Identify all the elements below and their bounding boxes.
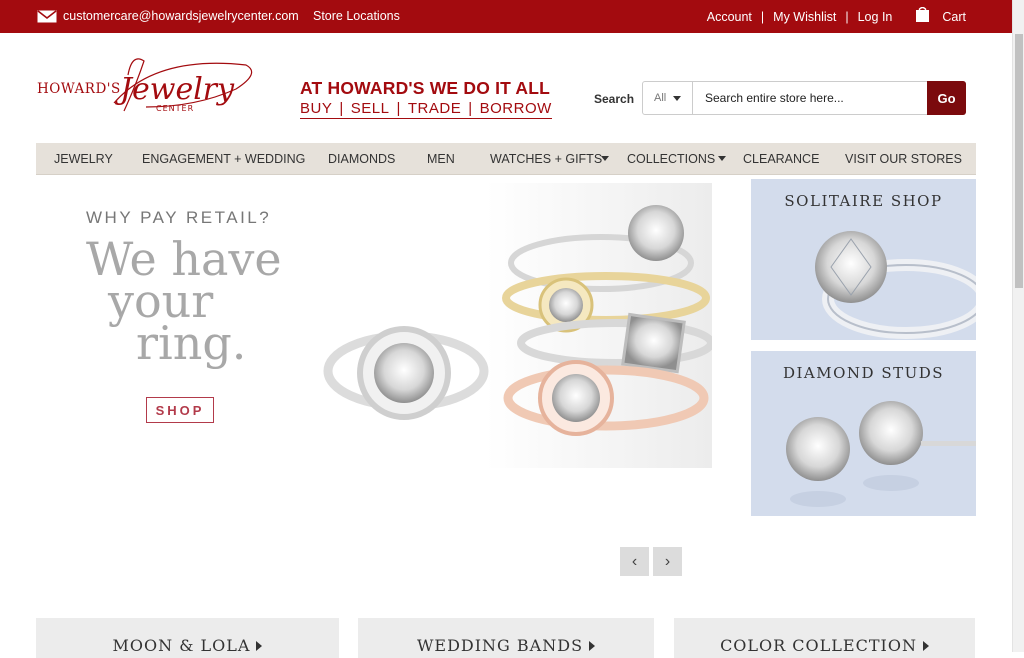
search-scope-select[interactable]: All — [643, 82, 693, 114]
card-title: WEDDING BANDS — [416, 636, 584, 655]
main-nav: JEWELRY ENGAGEMENT + WEDDING DIAMONDS ME… — [36, 143, 976, 175]
search-label: Search — [594, 92, 635, 106]
diamond-studs-promo[interactable]: DIAMOND STUDS — [751, 351, 976, 516]
promo-title: DIAMOND STUDS — [782, 364, 945, 382]
scrollbar-thumb[interactable] — [1015, 34, 1023, 288]
card-color-collection[interactable]: COLOR COLLECTION — [674, 618, 975, 658]
search-input[interactable] — [693, 82, 927, 114]
tagline-services: BUY | SELL | TRADE | BORROW — [300, 100, 552, 119]
hero-banner[interactable]: WHY PAY RETAIL? We have your ring. SHOP — [36, 178, 712, 470]
chevron-down-icon[interactable] — [718, 156, 726, 161]
nav-jewelry[interactable]: JEWELRY — [54, 152, 113, 166]
search-go-button[interactable]: Go — [927, 81, 966, 115]
email-link[interactable]: customercare@howardsjewelrycenter.com — [63, 9, 299, 23]
wishlist-link[interactable]: My Wishlist — [773, 10, 836, 24]
search-form: All Go — [642, 81, 966, 115]
caret-right-icon — [589, 641, 596, 651]
chevron-down-icon[interactable] — [601, 156, 609, 161]
separator: | — [760, 9, 765, 24]
store-locations-link[interactable]: Store Locations — [313, 9, 400, 23]
buy-link[interactable]: BUY — [300, 100, 332, 117]
hero-headline: We have your ring. — [86, 236, 282, 370]
caret-right-icon — [256, 641, 263, 651]
hero-line: ring. — [136, 316, 247, 370]
trade-link[interactable]: TRADE — [408, 100, 461, 117]
nav-collections[interactable]: COLLECTIONS — [627, 152, 715, 166]
hero-kicker: WHY PAY RETAIL? — [86, 208, 272, 227]
tagline: AT HOWARD'S WE DO IT ALL BUY | SELL | TR… — [300, 78, 552, 119]
top-bar: customercare@howardsjewelrycenter.com St… — [0, 0, 1012, 33]
separator: | — [845, 9, 849, 24]
nav-clearance[interactable]: CLEARANCE — [743, 152, 819, 166]
caret-right-icon — [922, 641, 929, 651]
nav-men[interactable]: MEN — [427, 152, 455, 166]
card-title: MOON & LOLA — [112, 636, 251, 655]
slider-prev-button[interactable]: ‹ — [620, 547, 649, 576]
search-scope-value: All — [654, 92, 667, 104]
borrow-link[interactable]: BORROW — [480, 100, 552, 117]
sell-link[interactable]: SELL — [351, 100, 390, 117]
mail-icon — [37, 10, 57, 23]
svg-text:HOWARD'S: HOWARD'S — [37, 81, 121, 97]
card-moon-lola[interactable]: MOON & LOLA — [36, 618, 339, 658]
nav-diamonds[interactable]: DIAMONDS — [328, 152, 395, 166]
nav-watches-gifts[interactable]: WATCHES + GIFTS — [490, 152, 602, 166]
nav-visit-our-stores[interactable]: VISIT OUR STORES — [845, 152, 962, 166]
solitaire-shop-promo[interactable]: SOLITAIRE SHOP — [751, 179, 976, 340]
card-wedding-bands[interactable]: WEDDING BANDS — [358, 618, 654, 658]
svg-text:Jewelry: Jewelry — [114, 72, 235, 107]
card-title: COLOR COLLECTION — [720, 636, 917, 655]
slider-controls: ‹ › — [620, 547, 682, 576]
howards-jewelry-logo[interactable]: HOWARD'S Jewelry CENTER — [36, 55, 256, 117]
promo-title: SOLITAIRE SHOP — [784, 192, 943, 210]
page-scrollbar[interactable] — [1012, 0, 1024, 652]
account-links: Account | My Wishlist | Log In Cart — [707, 7, 966, 24]
cart-link[interactable]: Cart — [942, 10, 966, 24]
diamond-studs-image — [786, 401, 976, 507]
slider-next-button[interactable]: › — [653, 547, 682, 576]
rings-image — [323, 183, 712, 468]
shopping-bag-icon[interactable] — [916, 7, 930, 22]
solitaire-ring-image — [815, 231, 976, 339]
nav-engagement-wedding[interactable]: ENGAGEMENT + WEDDING — [142, 152, 305, 166]
tagline-heading: AT HOWARD'S WE DO IT ALL — [300, 78, 551, 98]
chevron-down-icon — [673, 95, 682, 101]
login-link[interactable]: Log In — [858, 10, 893, 24]
hero-shop-button[interactable]: SHOP — [146, 397, 214, 423]
account-link[interactable]: Account — [707, 10, 752, 24]
